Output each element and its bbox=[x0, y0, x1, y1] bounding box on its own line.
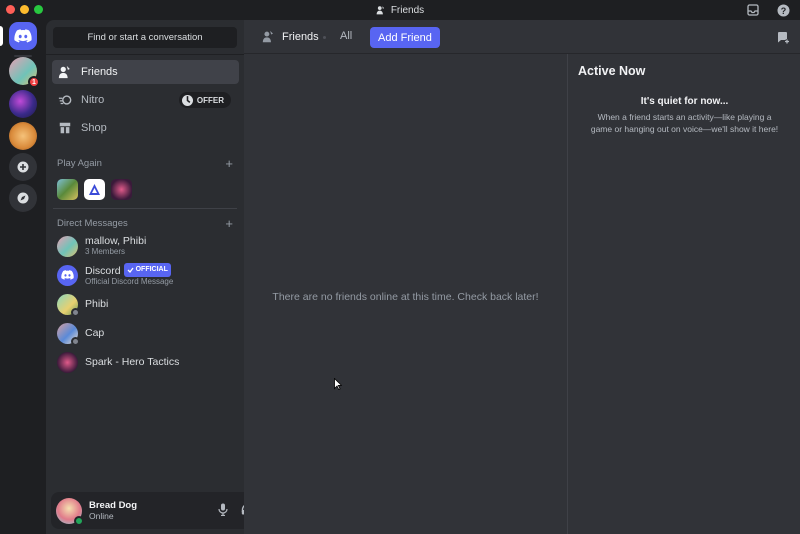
friends-icon bbox=[262, 30, 273, 43]
dm-item[interactable]: mallow, Phibi 3 Members bbox=[52, 232, 239, 260]
status-indicator bbox=[71, 336, 80, 346]
official-badge: OFFICIAL bbox=[123, 263, 171, 277]
empty-state-message: There are no friends online at this time… bbox=[272, 291, 539, 303]
inbox-icon[interactable] bbox=[746, 3, 760, 17]
active-now-title: Active Now bbox=[578, 64, 646, 78]
sidebar-divider bbox=[46, 54, 244, 55]
active-now-empty-description: When a friend starts an activity—like pl… bbox=[590, 112, 779, 134]
direct-messages-header: Direct Messages bbox=[57, 218, 128, 229]
nav-friends-label: Friends bbox=[81, 66, 118, 78]
plus-icon bbox=[17, 161, 29, 173]
discover-button[interactable] bbox=[9, 184, 37, 212]
dm-item[interactable]: Phibi bbox=[52, 290, 239, 318]
section-divider bbox=[53, 208, 237, 209]
avatar bbox=[57, 264, 78, 286]
minimize-window-button[interactable] bbox=[20, 5, 29, 14]
dm-item[interactable]: Discord OFFICIAL Official Discord Message bbox=[52, 261, 239, 289]
dm-name: Discord bbox=[85, 265, 121, 277]
header-separator bbox=[323, 36, 326, 39]
dm-subtitle: Official Discord Message bbox=[85, 277, 174, 286]
avatar[interactable] bbox=[56, 497, 84, 526]
discord-logo-icon bbox=[14, 29, 32, 43]
nav-nitro[interactable]: Nitro OFFER bbox=[52, 88, 239, 112]
mouse-cursor-icon bbox=[334, 378, 342, 390]
status-indicator bbox=[74, 515, 84, 526]
discord-logo-icon bbox=[61, 270, 74, 280]
play-again-header: Play Again bbox=[57, 158, 102, 169]
window-title-text: Friends bbox=[390, 4, 425, 16]
search-input[interactable]: Find or start a conversation bbox=[53, 27, 237, 48]
dm-item[interactable]: Cap bbox=[52, 319, 239, 347]
server-rail: 1 bbox=[0, 20, 46, 534]
play-again-list bbox=[57, 179, 132, 200]
avatar bbox=[57, 322, 80, 346]
user-status: Online bbox=[89, 511, 114, 521]
avatar bbox=[57, 293, 80, 317]
nav-shop[interactable]: Shop bbox=[52, 116, 239, 140]
maximize-window-button[interactable] bbox=[34, 5, 43, 14]
main-header: Friends All Add Friend bbox=[244, 20, 800, 54]
dm-name-row: Discord OFFICIAL bbox=[85, 263, 173, 277]
tab-all[interactable]: All bbox=[340, 30, 352, 42]
active-now-empty-title: It's quiet for now... bbox=[640, 96, 729, 107]
window-controls bbox=[6, 5, 43, 14]
server-icon-2[interactable] bbox=[9, 122, 37, 150]
nav-friends[interactable]: Friends bbox=[52, 60, 239, 84]
server-icon-1[interactable] bbox=[9, 90, 37, 118]
unread-badge: 1 bbox=[28, 76, 40, 88]
add-server-button[interactable] bbox=[9, 153, 37, 181]
friends-icon bbox=[376, 6, 384, 15]
home-button[interactable] bbox=[9, 22, 37, 50]
status-indicator bbox=[71, 307, 80, 317]
microphone-icon[interactable] bbox=[216, 502, 230, 516]
avatar bbox=[57, 351, 78, 373]
header-title: Friends bbox=[282, 30, 319, 43]
dm-name: Spark - Hero Tactics bbox=[85, 356, 180, 368]
dm-subtitle: 3 Members bbox=[85, 247, 126, 256]
friends-icon bbox=[58, 65, 70, 79]
friends-list-panel: There are no friends online at this time… bbox=[244, 54, 567, 534]
clock-icon bbox=[181, 94, 193, 106]
dm-item[interactable]: Spark - Hero Tactics bbox=[52, 348, 239, 376]
active-now-panel: Active Now It's quiet for now... When a … bbox=[567, 54, 800, 534]
dm-name: Cap bbox=[85, 327, 105, 339]
official-label: OFFICIAL bbox=[135, 266, 168, 273]
dm-sidebar: Find or start a conversation Friends Nit… bbox=[46, 20, 284, 534]
header-friends: Friends bbox=[262, 30, 319, 43]
shop-icon bbox=[59, 122, 71, 134]
create-dm-button[interactable]: + bbox=[225, 217, 233, 230]
user-name: Bread Dog bbox=[89, 500, 138, 511]
dm-name: Phibi bbox=[85, 298, 109, 310]
game-icon-3[interactable] bbox=[111, 179, 132, 200]
offer-badge[interactable]: OFFER bbox=[178, 92, 231, 108]
dm-name: mallow, Phibi bbox=[85, 235, 147, 247]
nav-nitro-label: Nitro bbox=[81, 94, 105, 106]
compass-icon bbox=[17, 192, 29, 204]
offer-label: OFFER bbox=[196, 95, 224, 105]
game-icon-2[interactable] bbox=[84, 179, 105, 200]
title-bar: Friends ? bbox=[0, 0, 800, 20]
new-group-dm-icon[interactable] bbox=[776, 30, 790, 44]
svg-text:?: ? bbox=[780, 6, 786, 16]
nav-shop-label: Shop bbox=[81, 122, 107, 134]
avatar bbox=[57, 235, 78, 257]
server-group-dm[interactable]: 1 bbox=[9, 57, 40, 88]
close-window-button[interactable] bbox=[6, 5, 15, 14]
play-again-add-button[interactable]: + bbox=[225, 157, 233, 170]
add-friend-button[interactable]: Add Friend bbox=[370, 27, 440, 48]
selected-indicator bbox=[0, 26, 3, 46]
game-icon-1[interactable] bbox=[57, 179, 78, 200]
window-title: Friends bbox=[376, 5, 424, 16]
nitro-icon bbox=[58, 95, 72, 105]
help-icon[interactable]: ? bbox=[776, 3, 790, 17]
check-icon bbox=[127, 267, 134, 273]
